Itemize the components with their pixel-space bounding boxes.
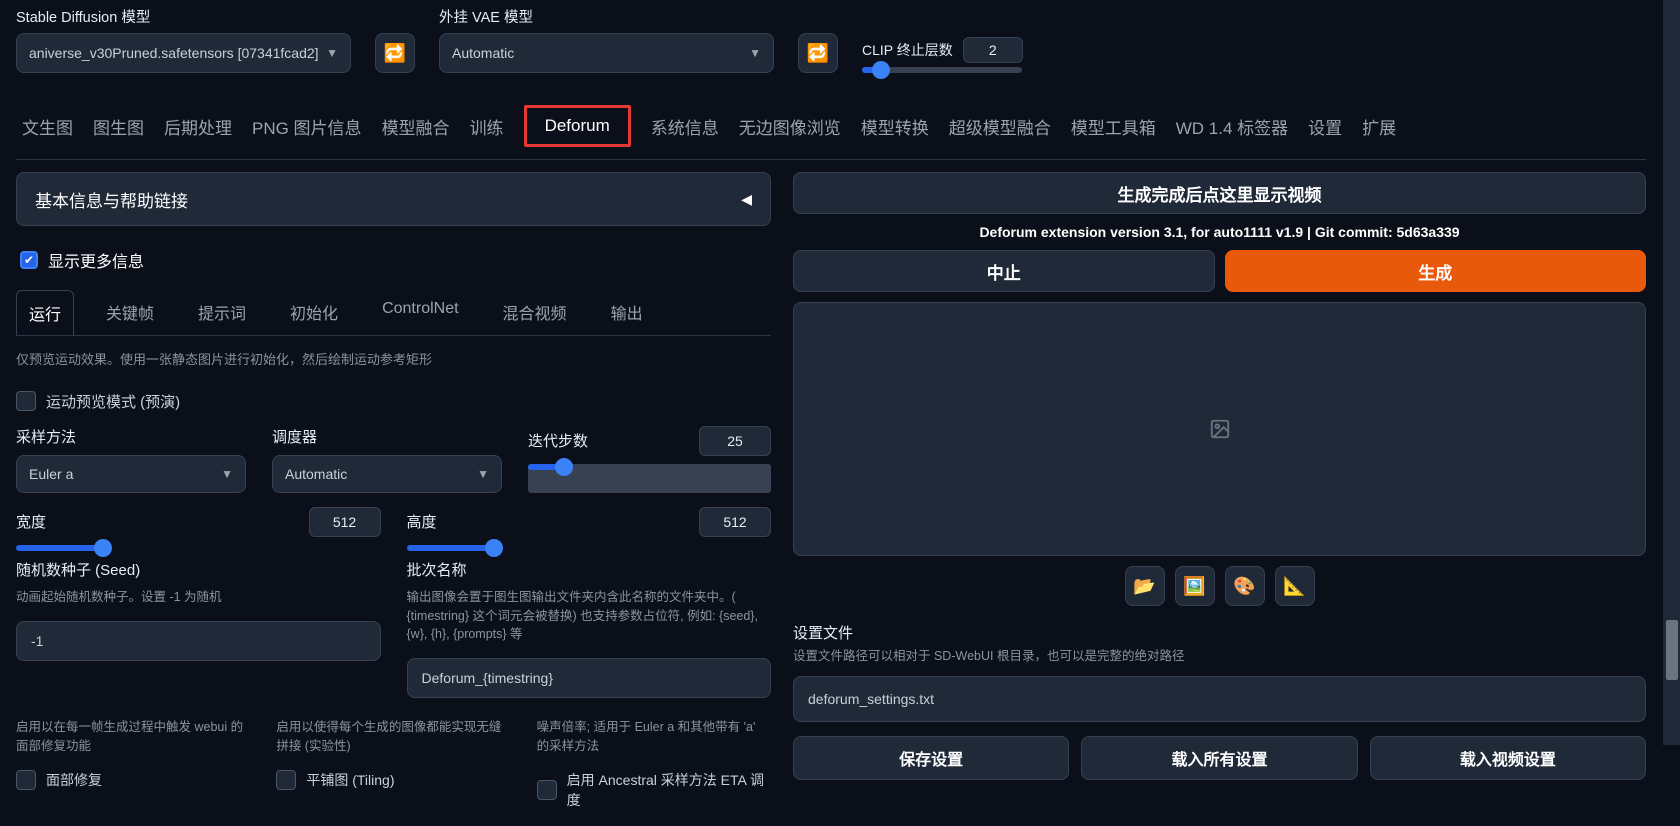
eta-hint: 噪声倍率; 适用于 Euler a 和其他带有 'a' 的采样方法 bbox=[537, 718, 771, 756]
save-settings-button[interactable]: 保存设置 bbox=[793, 736, 1069, 780]
abort-button[interactable]: 中止 bbox=[793, 250, 1215, 292]
inner-tab-运行[interactable]: 运行 bbox=[16, 290, 74, 335]
tiling-label: 平铺图 (Tiling) bbox=[306, 770, 394, 790]
image-icon[interactable]: 🖼️ bbox=[1175, 566, 1215, 606]
sd-model-select[interactable]: aniverse_v30Pruned.safetensors [07341fca… bbox=[16, 33, 351, 73]
face-restore-hint: 启用以在每一帧生成过程中触发 webui 的面部修复功能 bbox=[16, 718, 250, 756]
tab-模型融合[interactable]: 模型融合 bbox=[382, 114, 450, 139]
tab-超级模型融合[interactable]: 超级模型融合 bbox=[949, 114, 1051, 139]
chevron-down-icon: ▼ bbox=[749, 46, 761, 60]
tab-训练[interactable]: 训练 bbox=[470, 114, 504, 139]
tab-Deforum[interactable]: Deforum bbox=[524, 105, 631, 147]
folder-icon[interactable]: 📂 bbox=[1125, 566, 1165, 606]
inner-tab-提示词[interactable]: 提示词 bbox=[186, 290, 258, 335]
inner-tab-关键帧[interactable]: 关键帧 bbox=[94, 290, 166, 335]
show-more-label: 显示更多信息 bbox=[48, 248, 144, 272]
tab-文生图[interactable]: 文生图 bbox=[22, 114, 73, 139]
settings-file-hint: 设置文件路径可以相对于 SD-WebUI 根目录，也可以是完整的绝对路径 bbox=[793, 647, 1646, 666]
face-restore-label: 面部修复 bbox=[46, 770, 102, 790]
settings-file-input[interactable]: deforum_settings.txt bbox=[793, 676, 1646, 722]
version-text: Deforum extension version 3.1, for auto1… bbox=[793, 224, 1646, 240]
tab-PNG 图片信息[interactable]: PNG 图片信息 bbox=[252, 114, 362, 139]
inner-tab-混合视频[interactable]: 混合视频 bbox=[491, 290, 579, 335]
vae-model-label: 外挂 VAE 模型 bbox=[439, 6, 774, 27]
show-more-checkbox[interactable]: ✔ bbox=[20, 251, 38, 269]
scrollbar-thumb[interactable] bbox=[1666, 620, 1678, 680]
height-value[interactable]: 512 bbox=[699, 507, 771, 537]
accordion-collapse-icon: ◀ bbox=[741, 191, 752, 208]
batch-name-hint: 输出图像会置于图生图输出文件夹内含此名称的文件夹中。( {timestring}… bbox=[407, 588, 772, 644]
chevron-down-icon: ▼ bbox=[326, 46, 338, 60]
sampler-select[interactable]: Euler a ▼ bbox=[16, 455, 246, 493]
tab-后期处理[interactable]: 后期处理 bbox=[164, 114, 232, 139]
tiling-hint: 启用以使得每个生成的图像都能实现无缝拼接 (实验性) bbox=[276, 718, 510, 756]
load-all-settings-button[interactable]: 载入所有设置 bbox=[1081, 736, 1357, 780]
accordion-title: 基本信息与帮助链接 bbox=[35, 187, 188, 212]
eta-checkbox[interactable] bbox=[537, 780, 557, 800]
tab-无边图像浏览[interactable]: 无边图像浏览 bbox=[739, 114, 841, 139]
show-video-button[interactable]: 生成完成后点这里显示视频 bbox=[793, 172, 1646, 214]
seed-label: 随机数种子 (Seed) bbox=[16, 559, 381, 580]
tab-模型转换[interactable]: 模型转换 bbox=[861, 114, 929, 139]
tab-系统信息[interactable]: 系统信息 bbox=[651, 114, 719, 139]
clip-skip-label: CLIP 终止层数 bbox=[862, 40, 953, 60]
preview-area bbox=[793, 302, 1646, 556]
refresh-sd-icon[interactable]: 🔁 bbox=[375, 33, 415, 73]
settings-file-label: 设置文件 bbox=[793, 622, 1646, 643]
load-video-settings-button[interactable]: 载入视频设置 bbox=[1370, 736, 1646, 780]
seed-hint: 动画起始随机数种子。设置 -1 为随机 bbox=[16, 588, 381, 607]
width-value[interactable]: 512 bbox=[309, 507, 381, 537]
image-placeholder-icon bbox=[1209, 418, 1231, 440]
chevron-down-icon: ▼ bbox=[221, 467, 233, 481]
motion-preview-label: 运动预览模式 (预演) bbox=[46, 391, 180, 412]
chevron-down-icon: ▼ bbox=[477, 467, 489, 481]
clip-skip-slider[interactable] bbox=[862, 67, 1023, 73]
palette-icon[interactable]: 🎨 bbox=[1225, 566, 1265, 606]
inner-tab-ControlNet[interactable]: ControlNet bbox=[370, 290, 470, 335]
tab-扩展[interactable]: 扩展 bbox=[1362, 114, 1396, 139]
sd-model-label: Stable Diffusion 模型 bbox=[16, 6, 351, 27]
sd-model-value: aniverse_v30Pruned.safetensors [07341fca… bbox=[29, 45, 319, 61]
vae-model-select[interactable]: Automatic ▼ bbox=[439, 33, 774, 73]
refresh-vae-icon[interactable]: 🔁 bbox=[798, 33, 838, 73]
motion-preview-checkbox[interactable] bbox=[16, 391, 36, 411]
width-label: 宽度 bbox=[16, 511, 46, 532]
seed-input[interactable]: -1 bbox=[16, 621, 381, 661]
face-restore-checkbox[interactable] bbox=[16, 770, 36, 790]
batch-name-label: 批次名称 bbox=[407, 559, 772, 580]
tab-WD 1.4 标签器[interactable]: WD 1.4 标签器 bbox=[1176, 114, 1288, 139]
sampler-value: Euler a bbox=[29, 466, 73, 482]
height-label: 高度 bbox=[407, 511, 437, 532]
tiling-checkbox[interactable] bbox=[276, 770, 296, 790]
accordion-info-help[interactable]: 基本信息与帮助链接 ◀ bbox=[16, 172, 771, 226]
inner-tab-输出[interactable]: 输出 bbox=[599, 290, 655, 335]
sampler-label: 采样方法 bbox=[16, 426, 246, 447]
batch-name-input[interactable]: Deforum_{timestring} bbox=[407, 658, 772, 698]
inner-tab-初始化[interactable]: 初始化 bbox=[278, 290, 350, 335]
scheduler-label: 调度器 bbox=[272, 426, 502, 447]
scheduler-select[interactable]: Automatic ▼ bbox=[272, 455, 502, 493]
vertical-scrollbar[interactable] bbox=[1662, 0, 1680, 745]
steps-slider[interactable] bbox=[528, 464, 771, 493]
steps-label: 迭代步数 bbox=[528, 430, 588, 451]
vae-model-value: Automatic bbox=[452, 45, 514, 61]
motion-preview-hint: 仅预览运动效果。使用一张静态图片进行初始化，然后绘制运动参考矩形 bbox=[16, 350, 771, 371]
tab-模型工具箱[interactable]: 模型工具箱 bbox=[1071, 114, 1156, 139]
scheduler-value: Automatic bbox=[285, 466, 347, 482]
generate-button[interactable]: 生成 bbox=[1225, 250, 1647, 292]
tab-设置[interactable]: 设置 bbox=[1308, 114, 1342, 139]
clip-skip-value[interactable]: 2 bbox=[963, 37, 1023, 63]
ruler-icon[interactable]: 📐 bbox=[1275, 566, 1315, 606]
steps-value[interactable]: 25 bbox=[699, 426, 771, 456]
eta-label: 启用 Ancestral 采样方法 ETA 调度 bbox=[567, 770, 767, 810]
tab-图生图[interactable]: 图生图 bbox=[93, 114, 144, 139]
